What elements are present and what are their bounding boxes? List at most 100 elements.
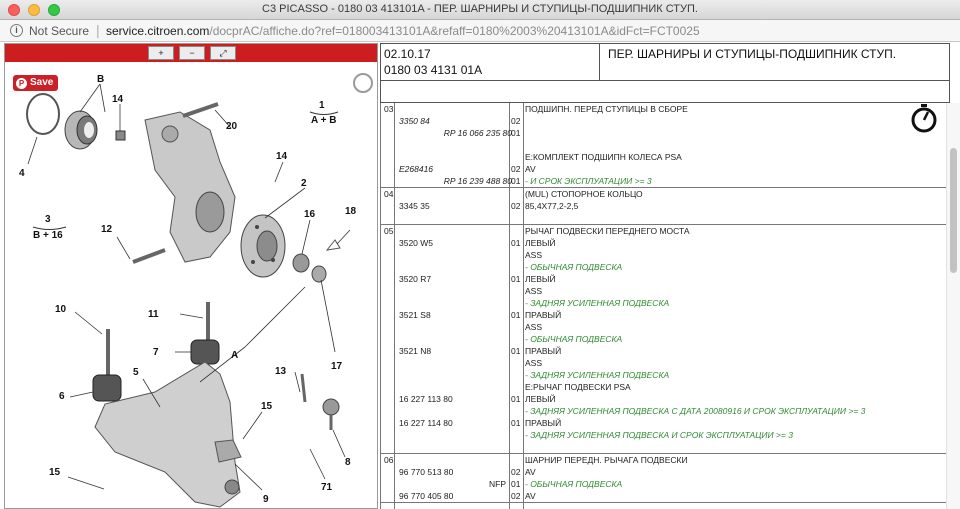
callout-16: 16 xyxy=(304,209,316,220)
callout-12: 12 xyxy=(101,224,113,235)
part-sub-reference[interactable]: RP 16 066 235 80 xyxy=(444,127,512,139)
callout-14b: 14 xyxy=(276,151,288,162)
part-quantity: 01 xyxy=(511,346,521,356)
url-text[interactable]: service.citroen.com/docprAC/affiche.do?r… xyxy=(106,24,700,38)
part-quantity: 02 xyxy=(511,164,521,174)
table-row xyxy=(380,212,946,224)
callout-B: B xyxy=(97,74,104,85)
part-condition: - ОБЫЧНАЯ ПОДВЕСКА xyxy=(525,479,623,489)
url-host: service.citroen.com xyxy=(106,24,210,38)
group-number: 04 xyxy=(384,189,394,199)
part-quantity: 01 xyxy=(511,394,521,404)
part-quantity: 01 xyxy=(511,479,521,489)
part-condition: - ЗАДНЯЯ УСИЛЕННАЯ ПОДВЕСКА xyxy=(525,298,670,308)
part-condition: - ЗАДНЯЯ УСИЛЕННАЯ ПОДВЕСКА С ДАТА 20080… xyxy=(525,406,866,416)
part-group: 05 РЫЧАГ ПОДВЕСКИ ПЕРЕДНЕГО МОСТА 3520 W5 0… xyxy=(380,225,946,454)
parts-table: 03 ПОДШИПН. ПЕРЕД СТУПИЦЫ В СБОРЕ 3350 84 0… xyxy=(380,103,946,503)
part-description: E:КОМПЛЕКТ ПОДШИПН КОЛЕСА PSA xyxy=(525,152,682,162)
table-row: 16 227 114 80 01 ПРАВЫЙ xyxy=(380,417,946,429)
table-row: ASS xyxy=(380,321,946,333)
part-quantity: 02 xyxy=(511,201,521,211)
part-reference[interactable]: 3345 35 xyxy=(399,200,430,212)
part-condition: - ОБЫЧНАЯ ПОДВЕСКА xyxy=(525,334,623,344)
callout-14a: 14 xyxy=(112,94,124,105)
part-description: РЫЧАГ ПОДВЕСКИ ПЕРЕДНЕГО МОСТА xyxy=(525,226,690,236)
window-title: C3 PICASSO - 0180 03 413101A - ПЕР. ШАРН… xyxy=(262,3,698,15)
part-reference[interactable]: 3520 R7 xyxy=(399,273,431,285)
callout-71: 71 xyxy=(321,482,333,493)
vertical-scrollbar[interactable] xyxy=(946,103,960,509)
security-label[interactable]: Not Secure xyxy=(29,24,89,38)
table-row: 04 (MUL) СТОПОРНОЕ КОЛЬЦО xyxy=(380,188,946,200)
washer-part xyxy=(292,253,310,273)
table-row: 3345 35 02 85,4X77,2-2,5 xyxy=(380,200,946,212)
table-row: 3521 S8 01 ПРАВЫЙ xyxy=(380,309,946,321)
document-date: 02.10.17 xyxy=(384,47,431,61)
callout-4: 4 xyxy=(19,168,25,179)
table-row: 3521 N8 01 ПРАВЫЙ xyxy=(380,345,946,357)
part-reference[interactable]: 3521 N8 xyxy=(399,345,431,357)
document-ref: 0180 03 4131 01A xyxy=(384,63,483,77)
callout-3: 3 xyxy=(45,214,51,225)
zoom-out-button[interactable]: − xyxy=(179,46,205,60)
info-icon[interactable]: i xyxy=(10,24,23,37)
part-quantity: 01 xyxy=(511,310,521,320)
part-sub-reference[interactable]: RP 16 239 488 80 xyxy=(444,175,512,187)
table-row: 16 227 113 80 01 ЛЕВЫЙ xyxy=(380,393,946,405)
table-row: E:РЫЧАГ ПОДВЕСКИ PSA xyxy=(380,381,946,393)
part-reference[interactable]: 3350 84 xyxy=(399,115,430,127)
part-group: 06 ШАРНИР ПЕРЕДН. РЫЧАГА ПОДВЕСКИ 96 770 5… xyxy=(380,454,946,503)
part-reference[interactable]: 3521 S8 xyxy=(399,309,431,321)
part-description: ЛЕВЫЙ xyxy=(525,394,556,404)
zoom-fit-button[interactable]: ⤢ xyxy=(210,46,236,60)
callout-17: 17 xyxy=(331,361,343,372)
part-reference[interactable]: 96 770 405 80 xyxy=(399,490,453,502)
table-row xyxy=(380,441,946,453)
callout-A-plus-B: A + B xyxy=(311,115,336,126)
callout-13: 13 xyxy=(275,366,287,377)
table-row: 96 770 513 80 02 AV xyxy=(380,466,946,478)
group-number: 05 xyxy=(384,226,394,236)
part-reference[interactable]: 3520 W5 xyxy=(399,237,433,249)
bolt-20-part xyxy=(182,102,219,118)
url-path: /docprAC/affiche.do?ref=018003413101A&re… xyxy=(209,24,700,38)
part-description: ПРАВЫЙ xyxy=(525,418,562,428)
table-row: 96 770 405 80 02 AV xyxy=(380,490,946,502)
part-condition: - ОБЫЧНАЯ ПОДВЕСКА xyxy=(525,262,623,272)
address-bar[interactable]: i Not Secure | service.citroen.com/docpr… xyxy=(0,20,960,42)
callout-2: 2 xyxy=(301,178,307,189)
url-separator: | xyxy=(96,22,100,38)
zoom-in-button[interactable]: + xyxy=(148,46,174,60)
callout-15a: 15 xyxy=(261,401,273,412)
part-description: (MUL) СТОПОРНОЕ КОЛЬЦО xyxy=(525,189,643,199)
stopwatch-icon[interactable] xyxy=(910,103,938,133)
table-row: 3520 R7 01 ЛЕВЫЙ xyxy=(380,273,946,285)
callout-18: 18 xyxy=(345,206,357,217)
table-row: - ЗАДНЯЯ УСИЛЕННАЯ ПОДВЕСКА С ДАТА 20080… xyxy=(380,405,946,417)
header-blank-row xyxy=(380,81,950,103)
callout-15b: 15 xyxy=(49,467,61,478)
part-quantity: 01 xyxy=(511,238,521,248)
table-row: 3520 W5 01 ЛЕВЫЙ xyxy=(380,237,946,249)
part-reference[interactable]: 16 227 114 80 xyxy=(399,417,453,429)
part-reference[interactable]: 96 770 513 80 xyxy=(399,466,453,478)
callout-A: A xyxy=(231,350,238,361)
part-description: ASS xyxy=(525,358,543,368)
part-reference[interactable]: 16 227 113 80 xyxy=(399,393,453,405)
window-titlebar: C3 PICASSO - 0180 03 413101A - ПЕР. ШАРН… xyxy=(0,0,960,20)
part-description: ПОДШИПН. ПЕРЕД СТУПИЦЫ В СБОРЕ xyxy=(525,104,688,114)
part-description: ЛЕВЫЙ xyxy=(525,238,556,248)
part-reference[interactable]: E268416 xyxy=(399,163,433,175)
scrollbar-thumb[interactable] xyxy=(950,148,957,273)
part-description: ASS xyxy=(525,322,543,332)
bush-7-part xyxy=(190,339,220,365)
callout-7: 7 xyxy=(153,347,159,358)
part-description: E:РЫЧАГ ПОДВЕСКИ PSA xyxy=(525,382,631,392)
table-row: 06 ШАРНИР ПЕРЕДН. РЫЧАГА ПОДВЕСКИ xyxy=(380,454,946,466)
bolt-13-part xyxy=(300,373,307,403)
part-quantity: 01 xyxy=(511,176,521,186)
bush-6-part xyxy=(92,374,122,402)
table-row: - ЗАДНЯЯ УСИЛЕННАЯ ПОДВЕСКА xyxy=(380,297,946,309)
split-pin-part xyxy=(325,239,341,251)
table-row: 05 РЫЧАГ ПОДВЕСКИ ПЕРЕДНЕГО МОСТА xyxy=(380,225,946,237)
